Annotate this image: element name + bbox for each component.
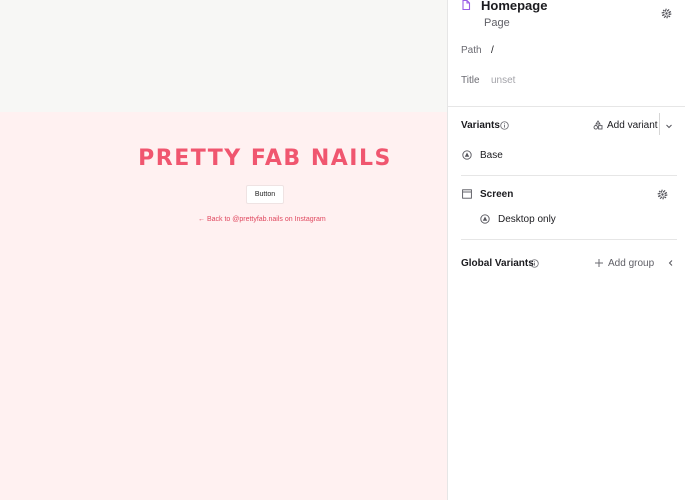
screen-heading: Screen [480,189,514,200]
base-variant-label[interactable]: Base [480,150,503,161]
desktop-variant-icon [480,214,490,224]
path-input[interactable]: / [491,45,494,56]
page-title[interactable]: Homepage [481,0,547,13]
info-icon[interactable] [500,121,509,130]
base-variant-icon [462,150,472,160]
page-icon [462,0,471,10]
variant-shapes-icon [593,120,603,130]
button-separator [659,113,660,135]
page-settings-panel: Homepage Page Path / Title unset Variant… [447,0,685,500]
title-label: Title [461,75,480,86]
variants-heading: Variants [461,120,500,131]
canvas-button[interactable]: Button [246,185,284,204]
chevron-left-icon[interactable] [666,258,676,268]
global-variants-heading: Global Variants [461,258,534,269]
screen-icon [462,189,472,199]
info-icon[interactable] [530,259,539,268]
gear-icon[interactable] [661,8,672,19]
section-divider [461,175,677,176]
page-type-label: Page [484,17,510,29]
instagram-back-link[interactable]: ← Back to @prettyfab.nails on Instagram [198,216,326,223]
path-label: Path [461,45,482,56]
plus-icon[interactable] [594,258,604,268]
chevron-down-icon[interactable] [664,121,674,131]
artboard-frame[interactable]: PRETTY FAB NAILS Button ← Back to @prett… [0,112,447,500]
add-variant-button[interactable]: Add variant [607,120,658,131]
add-group-button[interactable]: Add group [608,258,654,269]
design-canvas[interactable]: PRETTY FAB NAILS Button ← Back to @prett… [0,0,447,500]
desktop-only-label[interactable]: Desktop only [498,214,556,225]
section-divider [461,239,677,240]
section-divider [448,106,685,107]
title-input[interactable]: unset [491,75,515,86]
gear-icon[interactable] [657,189,668,200]
